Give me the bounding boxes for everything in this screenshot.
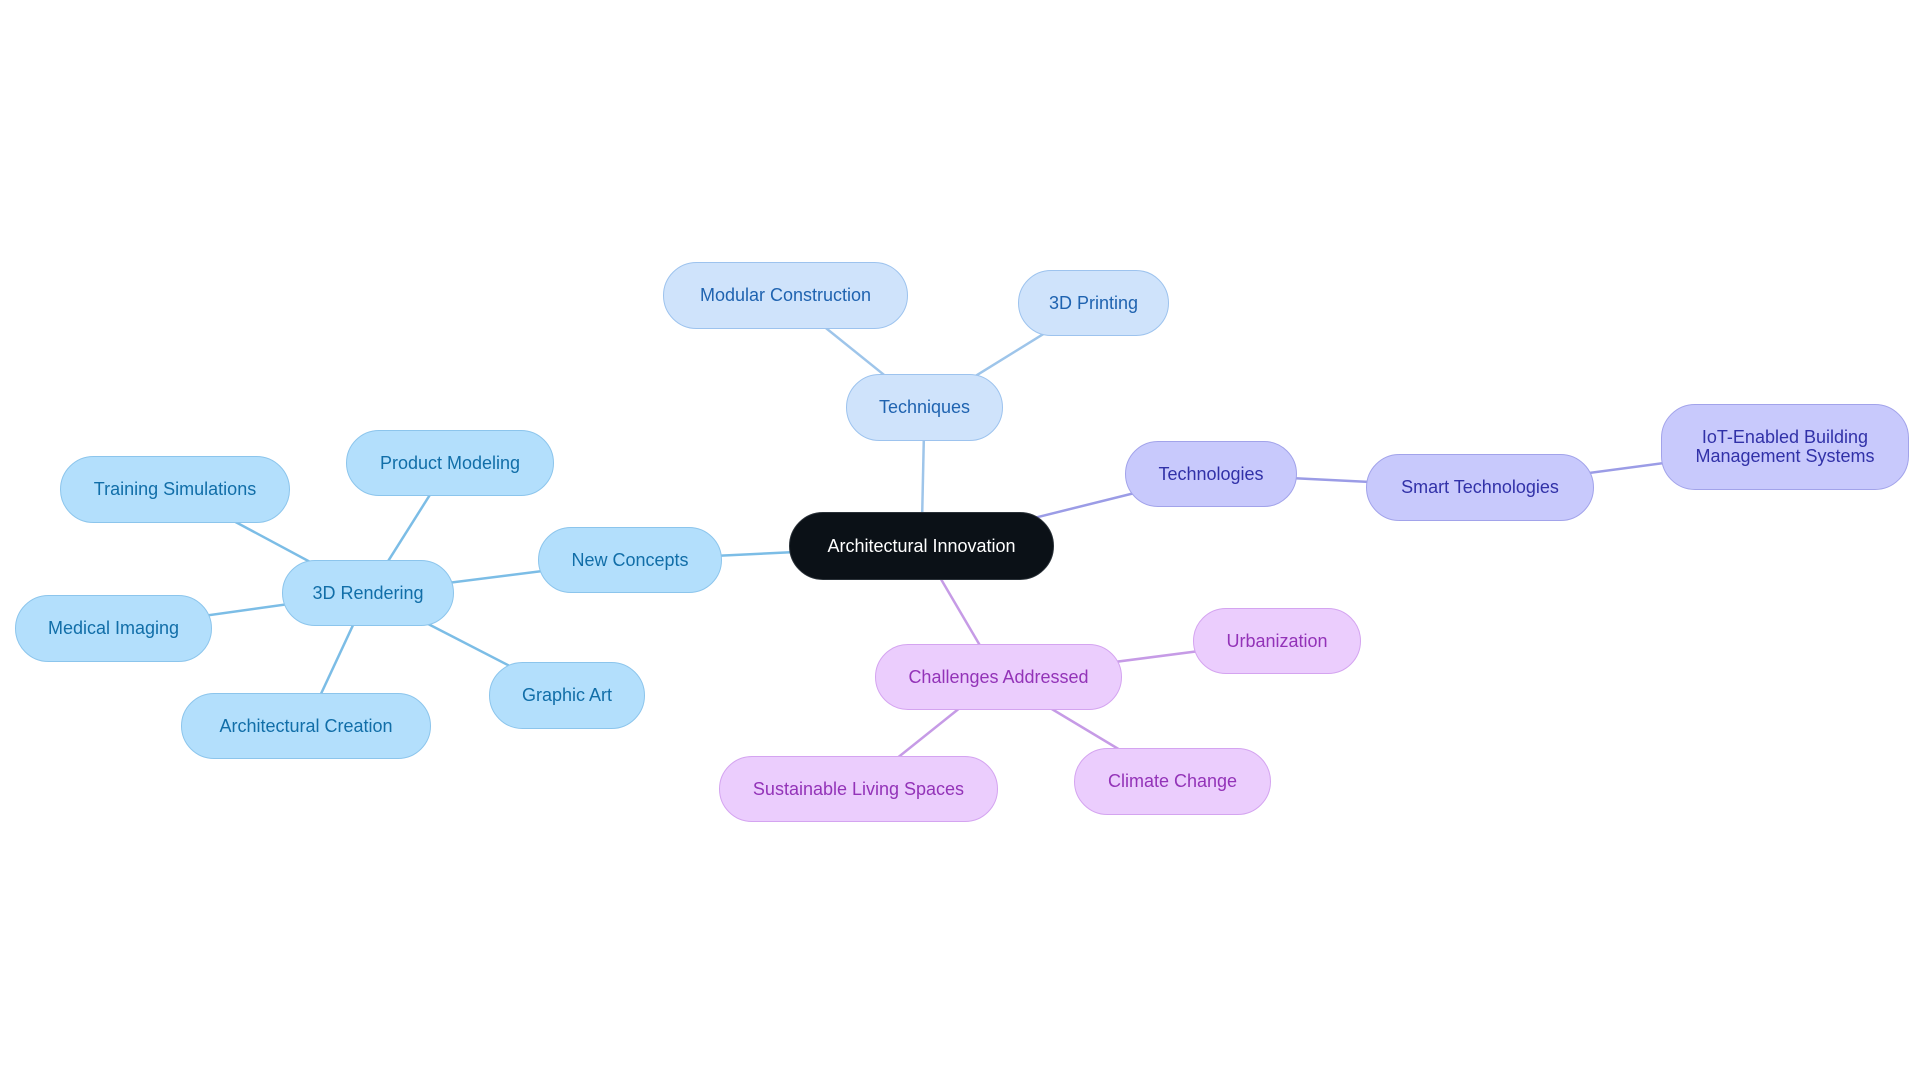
node-medical-imaging[interactable]: Medical Imaging [15,595,212,662]
node-product-modeling[interactable]: Product Modeling [346,430,554,496]
node-architectural-creation[interactable]: Architectural Creation [181,693,431,759]
node-3d-rendering[interactable]: 3D Rendering [282,560,454,626]
node-climate-change[interactable]: Climate Change [1074,748,1271,815]
node-iot-building-management[interactable]: IoT-Enabled Building Management Systems [1661,404,1909,490]
node-graphic-art[interactable]: Graphic Art [489,662,645,729]
node-sustainable-living-spaces[interactable]: Sustainable Living Spaces [719,756,998,822]
node-training-simulations[interactable]: Training Simulations [60,456,290,523]
root-node[interactable]: Architectural Innovation [789,512,1054,580]
node-3d-printing[interactable]: 3D Printing [1018,270,1169,336]
node-urbanization[interactable]: Urbanization [1193,608,1361,674]
node-technologies[interactable]: Technologies [1125,441,1297,507]
node-challenges-addressed[interactable]: Challenges Addressed [875,644,1122,710]
node-techniques[interactable]: Techniques [846,374,1003,441]
node-new-concepts[interactable]: New Concepts [538,527,722,593]
node-modular-construction[interactable]: Modular Construction [663,262,908,329]
node-smart-technologies[interactable]: Smart Technologies [1366,454,1594,521]
